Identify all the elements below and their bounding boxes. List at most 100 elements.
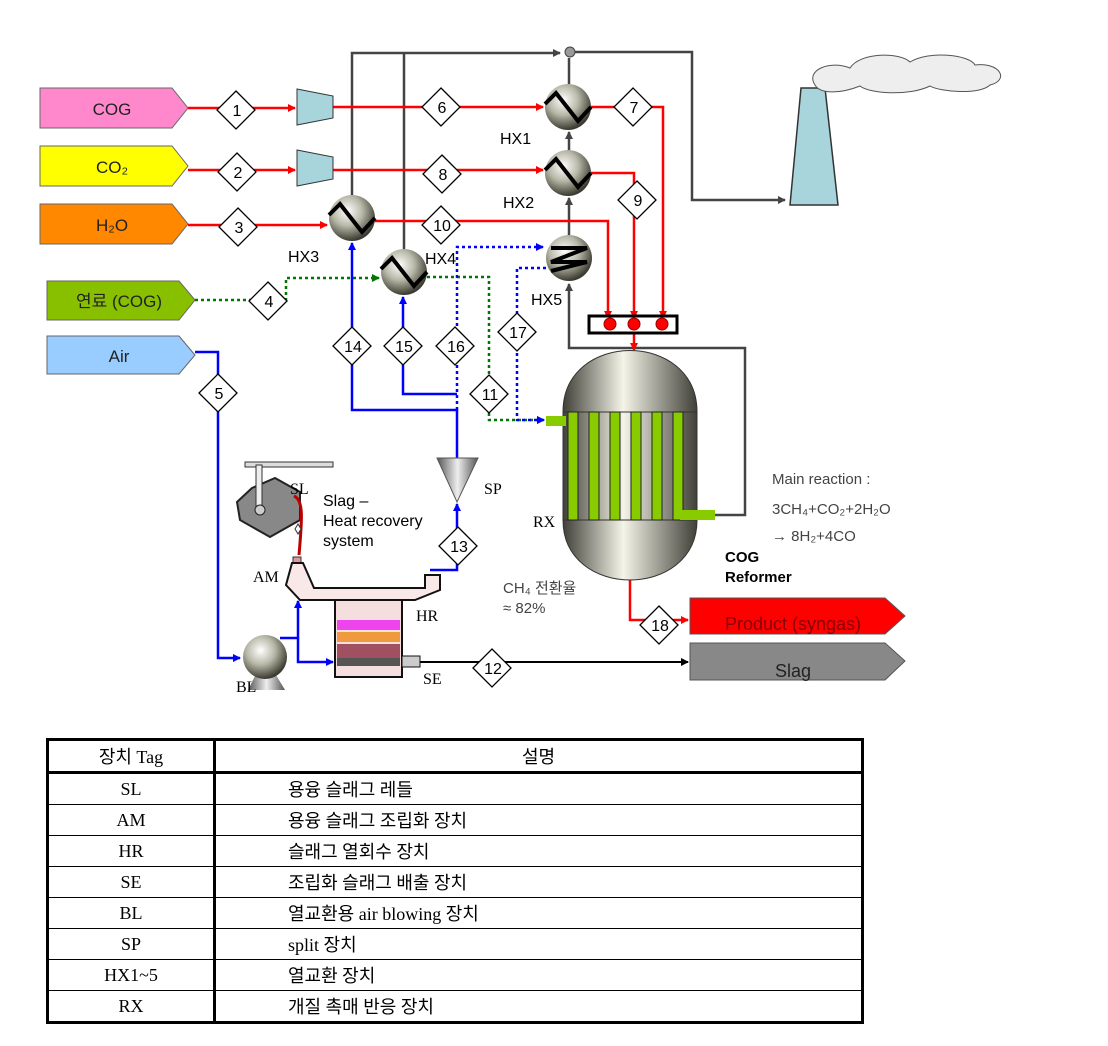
hx2-heat-exchanger — [543, 150, 593, 196]
description-cell: 조립화 슬래그 배출 장치 — [214, 866, 863, 898]
catalyst-tube — [630, 411, 642, 521]
stream-number: 14 — [344, 339, 362, 356]
catalyst-tube — [567, 411, 579, 521]
table-row: AM 용융 슬래그 조립화 장치 — [47, 804, 863, 836]
description-cell: 열교환용 air blowing 장치 — [214, 897, 863, 929]
slag-system-title: Heat recovery — [323, 513, 423, 530]
table-row: SL 용융 슬래그 레들 — [47, 772, 863, 805]
reformer-label: COG — [725, 549, 759, 566]
smoke-cloud — [812, 54, 1002, 94]
product-syngas: Product (syngas) — [689, 597, 906, 635]
stream-16-marker: 16 — [435, 326, 475, 366]
stream-number: 10 — [433, 218, 451, 235]
catalyst-tube — [609, 411, 621, 521]
label-hx4: HX4 — [425, 251, 456, 268]
stream-1-marker: 1 — [216, 90, 256, 130]
svg-text:Slag: Slag — [775, 661, 811, 681]
stream-number: 5 — [215, 386, 224, 403]
stream-number: 6 — [438, 100, 447, 117]
stream-number: 12 — [484, 661, 502, 678]
table-row: HX1~5 열교환 장치 — [47, 959, 863, 991]
stream-number: 16 — [447, 339, 465, 356]
tag-cell: HX1~5 — [47, 959, 216, 991]
feed-air: Air — [46, 335, 196, 375]
label-hx5: HX5 — [531, 292, 562, 309]
splitter-sp — [436, 457, 479, 504]
stream-13-marker: 13 — [438, 526, 478, 566]
catalyst-tube — [588, 411, 600, 521]
feed-co2: CO₂ — [39, 145, 189, 187]
process-flow-diagram: COG CO₂ H₂O 연료 (COG) Air Product (syngas… — [39, 46, 1002, 696]
heat-recovery-hr — [334, 599, 421, 678]
stream-9-marker: 9 — [617, 180, 657, 220]
label-am: AM — [253, 569, 279, 586]
table-row: SP split 장치 — [47, 928, 863, 960]
compressor-cog — [296, 88, 334, 126]
label-se: SE — [423, 671, 442, 688]
stream-2-marker: 2 — [217, 152, 257, 192]
description-cell: 슬래그 열회수 장치 — [214, 835, 863, 867]
tag-cell: AM — [47, 804, 216, 836]
description-cell: split 장치 — [214, 928, 863, 960]
label-rx: RX — [533, 514, 556, 531]
main-reaction-equation: 3CH₄+CO₂+2H₂O — [772, 501, 891, 518]
ch4-conversion-label: CH₄ 전환율 — [503, 580, 576, 597]
tag-cell: BL — [47, 897, 216, 929]
tag-cell: SP — [47, 928, 216, 960]
stream-10-marker: 10 — [421, 205, 461, 245]
reformer-label: Reformer — [725, 569, 792, 586]
description-cell: 용융 슬래그 레들 — [214, 772, 863, 805]
table-row: SE 조립화 슬래그 배출 장치 — [47, 866, 863, 898]
hx4-heat-exchanger — [379, 249, 429, 295]
svg-text:Product (syngas): Product (syngas) — [725, 614, 861, 634]
hx3-heat-exchanger — [327, 195, 377, 241]
stream-4-marker: 4 — [248, 281, 288, 321]
equipment-tag-table: 장치 Tag 설명 SL 용융 슬래그 레들 AM 용융 슬래그 조립화 장치 HR 슬래… — [46, 738, 864, 1024]
label-hr: HR — [416, 608, 439, 625]
svg-text:COG: COG — [93, 100, 132, 119]
stream-5-marker: 5 — [198, 373, 238, 413]
stream-11-marker: 11 — [469, 374, 509, 414]
product-slag: Slag — [689, 642, 906, 681]
description-cell: 열교환 장치 — [214, 959, 863, 991]
slag-ladle-sl — [235, 461, 334, 556]
stream-6-marker: 6 — [421, 87, 461, 127]
stream-number: 13 — [450, 539, 468, 556]
stream-number: 1 — [233, 103, 242, 120]
stream-14-marker: 14 — [332, 326, 372, 366]
stream-15-marker: 15 — [383, 326, 423, 366]
svg-text:Air: Air — [109, 347, 130, 366]
hx1-heat-exchanger — [543, 84, 593, 130]
reactor-rx — [546, 350, 715, 581]
label-hx2: HX2 — [503, 195, 534, 212]
tag-cell: SL — [47, 772, 216, 805]
stream-number: 4 — [265, 294, 274, 311]
label-hx3: HX3 — [288, 249, 319, 266]
svg-text:CO₂: CO₂ — [96, 158, 128, 177]
stream-number: 17 — [509, 325, 527, 342]
ch4-conversion-value: ≈ 82% — [503, 600, 545, 617]
stream-7-marker: 7 — [613, 87, 653, 127]
stream-8-marker: 8 — [422, 154, 462, 194]
catalyst-tube — [672, 411, 684, 521]
stream-number: 11 — [482, 387, 499, 404]
stream-number: 2 — [234, 165, 243, 182]
header-description: 설명 — [214, 739, 863, 774]
stream-number: 15 — [395, 339, 413, 356]
atomizer-am — [284, 556, 441, 601]
feed-h2o: H₂O — [39, 203, 189, 245]
catalyst-tube — [651, 411, 663, 521]
description-cell: 용융 슬래그 조립화 장치 — [214, 804, 863, 836]
compressor-co2 — [296, 149, 334, 187]
stream-number: 3 — [235, 220, 244, 237]
stream-number: 9 — [634, 193, 643, 210]
feed-cog: COG — [39, 87, 189, 129]
svg-text:H₂O: H₂O — [96, 216, 128, 235]
table-row: RX 개질 촉매 반응 장치 — [47, 990, 863, 1023]
flue-mixer-node — [564, 46, 576, 58]
stream-17-marker: 17 — [497, 312, 537, 352]
stream-3-marker: 3 — [218, 207, 258, 247]
slag-system-title: Slag – — [323, 493, 368, 510]
label-hx1: HX1 — [500, 131, 531, 148]
slag-system-title: system — [323, 533, 374, 550]
